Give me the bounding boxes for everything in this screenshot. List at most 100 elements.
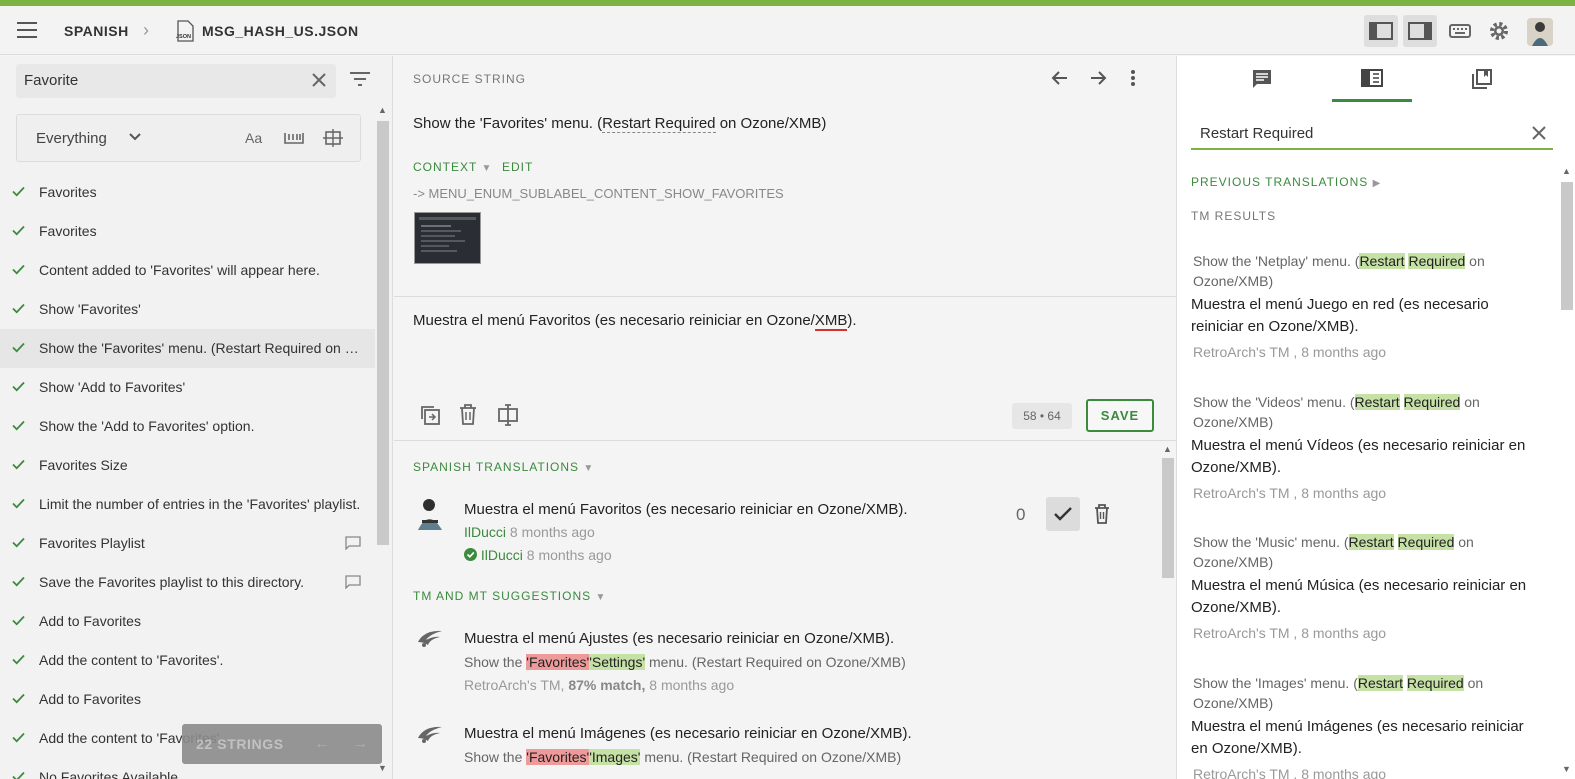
toggle-right-panel-button[interactable] [1403,15,1437,47]
tm-result[interactable]: Show the 'Music' menu. (Restart Required… [1191,532,1541,641]
editor-scrollbar[interactable]: ▲ [1160,442,1176,779]
comment-icon [345,575,361,589]
previous-string-arrow-icon[interactable] [1050,68,1070,88]
glossary-term[interactable]: Restart Required [602,115,716,133]
next-page-arrow-icon[interactable]: → [352,735,368,753]
string-list-item-text: Favorites [39,223,97,239]
tm-result-meta: RetroArch's TM , 8 months ago [1193,344,1387,360]
string-list-item[interactable]: Show 'Favorites' [0,290,375,329]
match-case-icon[interactable]: Aa [245,129,265,147]
tm-result[interactable]: Show the 'Videos' menu. (Restart Require… [1191,392,1541,501]
translated-check-icon [12,576,25,587]
tm-results-scrollbar[interactable]: ▲ ▼ [1559,164,1575,779]
translated-check-icon [12,693,25,704]
suggestion-1-text[interactable]: Muestra el menú Ajustes (es necesario re… [464,630,894,647]
delete-translation-icon[interactable] [1094,504,1110,524]
tm-result[interactable]: Show the 'Netplay' menu. (Restart Requir… [1191,251,1541,360]
comment-icon [345,536,361,550]
keyboard-shortcuts-button[interactable] [1443,15,1477,47]
tm-result-target: Muestra el menú Música (es necesario rei… [1191,577,1527,616]
strings-count: 22 STRINGS [196,736,284,752]
svg-text:JSON: JSON [176,34,191,40]
string-list-item[interactable]: Favorites [0,173,375,212]
translation-editor[interactable]: Muestra el menú Favoritos (es necesario … [413,312,857,331]
scope-select[interactable]: Everything [36,130,107,147]
right-panel-icon [1408,22,1432,40]
string-list-item[interactable]: Show the 'Favorites' menu. (Restart Requ… [0,329,375,368]
string-list-item[interactable]: Add the content to 'Favorites'. [0,641,375,680]
string-list-item-text: Show 'Add to Favorites' [39,379,186,395]
string-list-item[interactable]: Favorites [0,212,375,251]
string-list-item[interactable]: Content added to 'Favorites' will appear… [0,251,375,290]
comment-icon [1253,70,1271,88]
translator-avatar [414,496,446,530]
string-list-item[interactable]: Add to Favorites [0,680,375,719]
translated-check-icon [12,498,25,509]
regex-icon[interactable] [323,129,343,147]
string-list-item[interactable]: Show the 'Add to Favorites' option. [0,407,375,446]
tm-search-input[interactable]: Restart Required [1191,116,1553,150]
left-panel-icon [1369,22,1393,40]
tm-result-meta: RetroArch's TM , 8 months ago [1193,766,1387,779]
more-options-icon[interactable] [1129,68,1137,88]
translated-check-icon [12,225,25,236]
save-button[interactable]: SAVE [1086,399,1154,432]
string-list-item[interactable]: Save the Favorites playlist to this dire… [0,563,375,602]
whole-word-icon[interactable] [283,129,305,147]
screenshot-thumbnail[interactable] [414,212,481,264]
spanish-translations-toggle[interactable]: SPANISH TRANSLATIONS ▼ [413,460,594,474]
filter-icon[interactable] [349,71,371,87]
string-list-item[interactable]: Show 'Add to Favorites' [0,368,375,407]
string-list-scrollbar[interactable]: ▲ ▼ [375,103,391,779]
filter-bar: Everything Aa [16,114,361,162]
approve-translation-button[interactable] [1046,497,1080,531]
chevron-down-icon[interactable] [129,133,141,141]
user-avatar[interactable] [1527,18,1553,46]
string-list-item[interactable]: Limit the number of entries in the 'Favo… [0,485,375,524]
hamburger-menu-icon[interactable] [17,22,37,38]
breadcrumb-language[interactable]: SPANISH [64,23,129,39]
string-list-item-text: Limit the number of entries in the 'Favo… [39,496,361,512]
approved-check-icon [464,548,477,561]
special-characters-icon[interactable] [497,404,519,426]
string-list-item-text: Show 'Favorites' [39,301,141,317]
clear-search-icon[interactable] [310,71,328,89]
tm-result[interactable]: Show the 'Images' menu. (Restart Require… [1191,673,1541,779]
translated-check-icon [12,342,25,353]
spelling-error[interactable]: XMB [814,312,848,331]
edit-context-link[interactable]: EDIT [502,160,533,174]
string-list-item[interactable]: Favorites Playlist [0,524,375,563]
string-list-item[interactable]: Add to Favorites [0,602,375,641]
copy-source-icon[interactable] [419,404,441,426]
clear-tm-search-icon[interactable] [1531,125,1547,141]
breadcrumb-file[interactable]: MSG_HASH_US.JSON [202,23,359,39]
string-list-item[interactable]: Favorites Size [0,446,375,485]
translated-check-icon [12,381,25,392]
retroarch-tm-icon [418,726,442,743]
string-list-item-text: Favorites Playlist [39,535,145,551]
clear-translation-icon[interactable] [459,404,477,426]
context-toggle[interactable]: CONTEXT ▼ [413,160,492,174]
translated-check-icon [12,771,25,779]
tab-translation-memory[interactable] [1332,56,1412,102]
toggle-left-panel-button[interactable] [1364,15,1398,47]
settings-button[interactable] [1482,15,1516,47]
tm-result-target: Muestra el menú Juego en red (es necesar… [1191,296,1489,335]
suggestion-2-text[interactable]: Muestra el menú Imágenes (es necesario r… [464,725,912,742]
previous-translations-toggle[interactable]: PREVIOUS TRANSLATIONS ▶ [1191,175,1381,189]
tm-mt-suggestions-toggle[interactable]: TM AND MT SUGGESTIONS ▼ [413,589,606,603]
prev-page-arrow-icon[interactable]: ← [314,735,330,753]
string-search-input[interactable]: Favorite [16,64,336,98]
tab-glossary[interactable] [1442,56,1522,102]
next-string-arrow-icon[interactable] [1088,68,1108,88]
top-bar: SPANISH › JSON MSG_HASH_US.JSON [0,6,1575,55]
json-file-icon: JSON [176,20,194,42]
tm-result-source: Show the 'Videos' menu. (Restart Require… [1193,394,1480,430]
string-list-item-text: Add to Favorites [39,613,141,629]
author-name[interactable]: IlDucci [464,524,506,540]
tab-comments[interactable] [1222,56,1302,102]
approver-name[interactable]: IlDucci [481,547,523,563]
translated-check-icon [12,186,25,197]
string-list-item-text: Show the 'Favorites' menu. (Restart Requ… [39,340,365,356]
editor-panel: SOURCE STRING Show the 'Favorites' menu.… [394,56,1176,779]
